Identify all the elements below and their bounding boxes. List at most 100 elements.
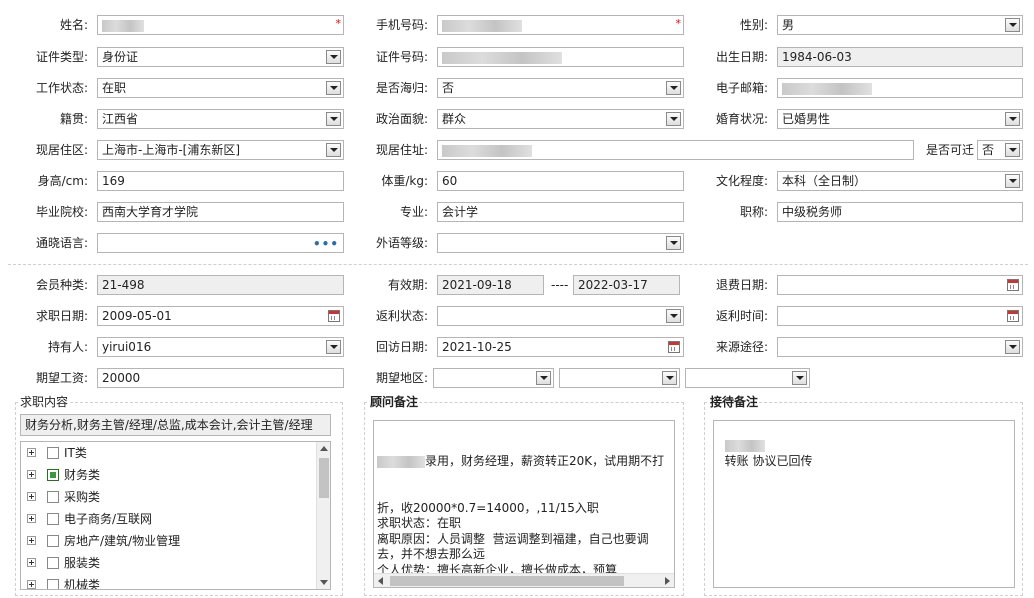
rebate-status-select[interactable] (437, 306, 684, 326)
expand-plus-icon[interactable] (27, 492, 36, 501)
political-value: 群众 (442, 112, 467, 126)
ellipsis-icon[interactable]: ••• (313, 235, 339, 252)
returnee-select[interactable]: 否 (437, 78, 684, 98)
weight-value: 60 (442, 174, 458, 188)
revisit-date-input[interactable]: 2021-10-25 (437, 337, 684, 357)
scroll-right-icon[interactable] (665, 577, 670, 585)
chevron-down-icon[interactable] (792, 371, 807, 385)
calendar-icon[interactable] (668, 341, 680, 353)
expand-plus-icon[interactable] (27, 558, 36, 567)
region-city-select[interactable] (559, 368, 680, 388)
category-checkbox[interactable] (47, 535, 59, 547)
id-type-select[interactable]: 身份证 (97, 47, 344, 67)
required-marker: * (335, 17, 342, 30)
language-label: 通晓语言: (35, 236, 88, 250)
scroll-thumb[interactable] (319, 458, 329, 498)
address-input[interactable] (437, 140, 914, 160)
calendar-icon[interactable] (1007, 279, 1019, 291)
region-province-select[interactable] (433, 368, 554, 388)
expand-plus-icon[interactable] (27, 448, 36, 457)
scroll-thumb[interactable] (390, 576, 624, 586)
email-input[interactable] (777, 78, 1023, 98)
name-input[interactable]: * (97, 15, 344, 35)
rebate-time-label: 返利时间: (715, 309, 768, 323)
category-checkbox[interactable] (47, 447, 59, 459)
job-date-input[interactable]: 2009-05-01 (97, 306, 344, 326)
job-content-summary: 财务分析,财务主管/经理/总监,成本会计,会计主管/经理 (20, 414, 331, 436)
scroll-down-icon[interactable] (320, 580, 328, 585)
chevron-down-icon[interactable] (1005, 340, 1020, 354)
source-select[interactable] (777, 337, 1023, 357)
expand-plus-icon[interactable] (27, 470, 36, 479)
reception-note-legend: 接待备注 (709, 395, 760, 409)
chevron-down-icon[interactable] (326, 143, 341, 157)
foreign-level-select[interactable] (437, 233, 684, 253)
chevron-down-icon[interactable] (1005, 18, 1020, 32)
residence-area-value: 上海市-上海市-[浦东新区] (102, 143, 241, 157)
reception-note-textarea[interactable]: 转账 协议已回传 (713, 420, 1015, 588)
chevron-down-icon[interactable] (1005, 112, 1020, 126)
chevron-down-icon[interactable] (1005, 143, 1020, 157)
scroll-up-icon[interactable] (320, 446, 328, 451)
major-label: 专业: (399, 205, 428, 219)
height-input[interactable]: 169 (97, 171, 344, 191)
expand-plus-icon[interactable] (27, 536, 36, 545)
work-status-select[interactable]: 在职 (97, 78, 344, 98)
major-input[interactable]: 会计学 (437, 202, 684, 222)
phone-input[interactable]: * (437, 15, 684, 35)
consultant-note-line: 折，收20000*0.7=14000，,11/15入职 (377, 500, 599, 515)
political-select[interactable]: 群众 (437, 109, 684, 129)
residence-area-select[interactable]: 上海市-上海市-[浦东新区] (97, 140, 344, 160)
chevron-down-icon[interactable] (326, 81, 341, 95)
tree-item-label: 机械类 (64, 578, 101, 590)
chevron-down-icon[interactable] (326, 50, 341, 64)
relocate-select[interactable]: 否 (977, 140, 1023, 160)
relocate-value: 否 (982, 143, 995, 157)
chevron-down-icon[interactable] (326, 112, 341, 126)
expand-plus-icon[interactable] (27, 580, 36, 589)
expand-plus-icon[interactable] (27, 514, 36, 523)
gender-select[interactable]: 男 (777, 15, 1023, 35)
chevron-down-icon[interactable] (662, 371, 677, 385)
revisit-date-value: 2021-10-25 (442, 340, 512, 354)
calendar-icon[interactable] (328, 310, 340, 322)
chevron-down-icon[interactable] (666, 81, 681, 95)
education-value: 本科（全日制） (782, 174, 867, 188)
category-checkbox[interactable] (47, 491, 59, 503)
redacted-name (724, 440, 765, 452)
tree-vertical-scrollbar[interactable] (316, 442, 330, 589)
category-checkbox[interactable] (47, 513, 59, 525)
title-input[interactable]: 中级税务师 (777, 202, 1023, 222)
id-number-input[interactable] (437, 47, 684, 67)
scroll-left-icon[interactable] (378, 577, 383, 585)
rebate-time-input[interactable] (777, 306, 1023, 326)
region-district-select[interactable] (685, 368, 810, 388)
salary-input[interactable]: 20000 (97, 368, 344, 388)
address-label: 现居住址: (375, 143, 428, 157)
chevron-down-icon[interactable] (1005, 174, 1020, 188)
holder-select[interactable]: yirui016 (97, 337, 344, 357)
refund-date-input[interactable] (777, 275, 1023, 295)
tree-item-label: 服装类 (64, 556, 101, 570)
category-checkbox[interactable] (47, 557, 59, 569)
school-input[interactable]: 西南大学育才学院 (97, 202, 344, 222)
native-place-select[interactable]: 江西省 (97, 109, 344, 129)
category-checkbox[interactable] (47, 579, 59, 589)
education-select[interactable]: 本科（全日制） (777, 171, 1023, 191)
chevron-down-icon[interactable] (666, 236, 681, 250)
note-horizontal-scrollbar[interactable] (374, 573, 674, 587)
job-category-tree: IT类 财务类 采购类 电子商务/互联网 房地产/建筑/物业管理 服装类 机械类 (20, 441, 331, 590)
chevron-down-icon[interactable] (326, 340, 341, 354)
rebate-status-label: 返利状态: (375, 309, 428, 323)
chevron-down-icon[interactable] (666, 309, 681, 323)
weight-input[interactable]: 60 (437, 171, 684, 191)
tree-item-label: IT类 (64, 446, 87, 460)
chevron-down-icon[interactable] (536, 371, 551, 385)
category-checkbox[interactable] (47, 469, 59, 481)
chevron-down-icon[interactable] (666, 112, 681, 126)
marital-select[interactable]: 已婚男性 (777, 109, 1023, 129)
calendar-icon[interactable] (1007, 310, 1019, 322)
language-input[interactable]: ••• (97, 233, 344, 253)
valid-to-value: 2022-03-17 (578, 278, 648, 292)
consultant-note-textarea[interactable]: 录用，财务经理，薪资转正20K，试用期不打 折，收20000*0.7=14000… (373, 420, 675, 588)
